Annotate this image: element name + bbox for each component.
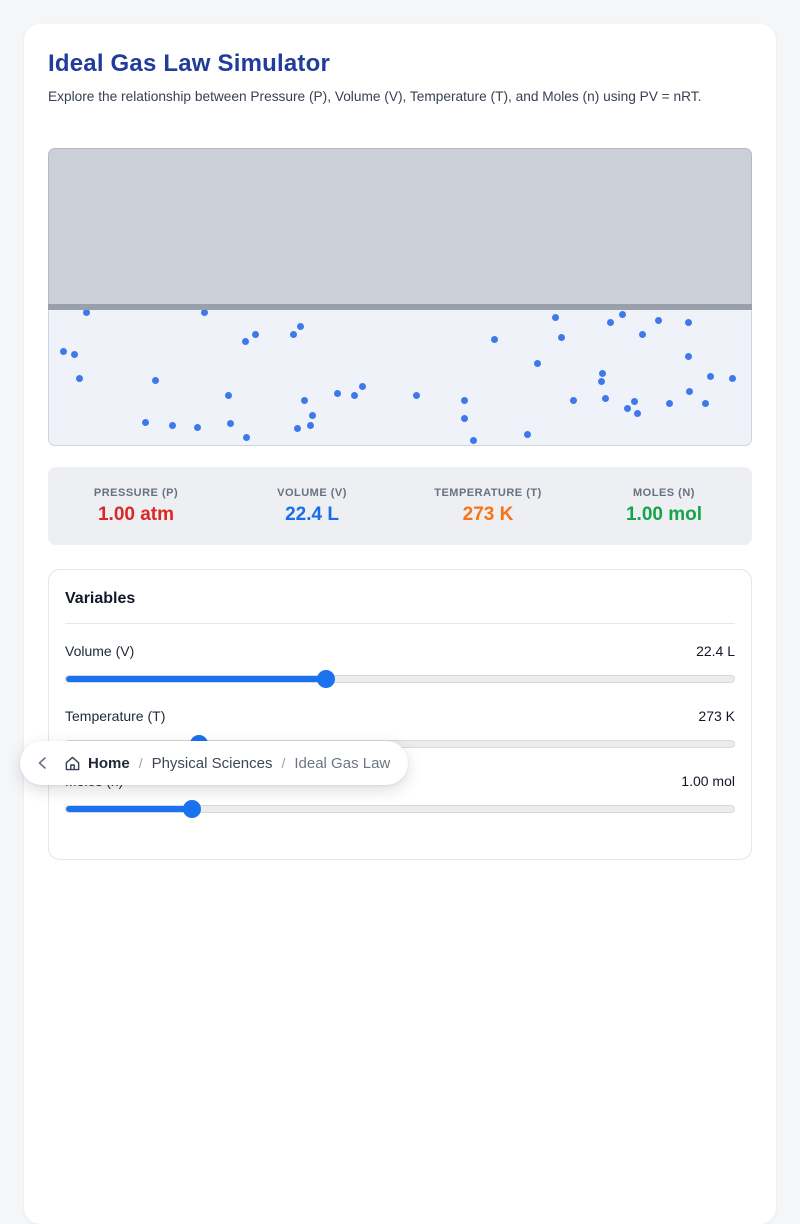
gas-particle: [491, 336, 498, 343]
gas-particle: [685, 353, 692, 360]
gas-particle: [359, 383, 366, 390]
gas-particle: [461, 415, 468, 422]
variables-card: Variables Volume (V) 22.4 L Temperature …: [48, 569, 752, 860]
gas-particle: [702, 400, 709, 407]
gas-particle: [558, 334, 565, 341]
gas-chamber: [48, 310, 752, 446]
moles-slider-track[interactable]: [65, 805, 735, 813]
gas-particle: [252, 331, 259, 338]
gas-particle: [631, 398, 638, 405]
volume-slider[interactable]: [65, 670, 735, 688]
breadcrumb-separator: /: [139, 755, 143, 771]
stat-pressure-value: 1.00 atm: [48, 504, 224, 526]
stat-pressure: PRESSURE (P) 1.00 atm: [48, 487, 224, 526]
breadcrumb-separator: /: [281, 755, 285, 771]
gas-particle: [243, 434, 250, 441]
volume-slider-label: Volume (V): [65, 643, 134, 659]
volume-row: Volume (V) 22.4 L: [65, 643, 735, 689]
gas-particle: [242, 338, 249, 345]
gas-particle: [201, 310, 208, 316]
moles-slider[interactable]: [65, 800, 735, 818]
gas-particle: [334, 390, 341, 397]
gas-particle: [351, 392, 358, 399]
temperature-slider-label: Temperature (T): [65, 708, 165, 724]
gas-particle: [71, 351, 78, 358]
gas-particle: [534, 360, 541, 367]
chevron-left-icon[interactable]: [36, 756, 50, 770]
volume-slider-track[interactable]: [65, 675, 735, 683]
stat-moles: MOLES (N) 1.00 mol: [576, 487, 752, 526]
gas-particle: [297, 323, 304, 330]
gas-particle: [413, 392, 420, 399]
gas-particle: [619, 311, 626, 318]
gas-particle: [76, 375, 83, 382]
gas-particle: [225, 392, 232, 399]
stat-moles-label: MOLES (N): [576, 487, 752, 499]
page-title: Ideal Gas Law Simulator: [48, 50, 752, 78]
gas-particle: [524, 431, 531, 438]
gas-particle: [152, 377, 159, 384]
gas-particle: [598, 378, 605, 385]
breadcrumb-ideal-gas-law[interactable]: Ideal Gas Law: [294, 755, 390, 772]
gas-particle: [552, 314, 559, 321]
main-card: Ideal Gas Law Simulator Explore the rela…: [24, 24, 776, 1224]
stat-moles-value: 1.00 mol: [576, 504, 752, 526]
gas-particle: [602, 395, 609, 402]
stat-pressure-label: PRESSURE (P): [48, 487, 224, 499]
gas-particle: [570, 397, 577, 404]
gas-particle: [470, 437, 477, 444]
gas-particle: [169, 422, 176, 429]
breadcrumb-physical-sciences[interactable]: Physical Sciences: [152, 755, 273, 772]
gas-particle: [634, 410, 641, 417]
gas-particle: [729, 375, 736, 382]
gas-particle: [624, 405, 631, 412]
gas-simulation-canvas: [48, 148, 752, 446]
stat-volume-value: 22.4 L: [224, 504, 400, 526]
stat-temperature-label: TEMPERATURE (T): [400, 487, 576, 499]
piston-block: [48, 148, 752, 304]
gas-particle: [60, 348, 67, 355]
gas-particle: [666, 400, 673, 407]
gas-particle: [83, 310, 90, 316]
gas-particle: [194, 424, 201, 431]
gas-particle: [142, 419, 149, 426]
gas-particle: [307, 422, 314, 429]
gas-particle: [227, 420, 234, 427]
gas-particle: [301, 397, 308, 404]
gas-particle: [685, 319, 692, 326]
home-icon: [64, 755, 81, 772]
volume-slider-thumb[interactable]: [317, 670, 335, 688]
gas-particle: [686, 388, 693, 395]
stat-temperature: TEMPERATURE (T) 273 K: [400, 487, 576, 526]
moles-slider-value: 1.00 mol: [681, 773, 735, 789]
gas-particle: [639, 331, 646, 338]
gas-particle: [655, 317, 662, 324]
breadcrumb-home[interactable]: Home: [88, 755, 130, 772]
gas-particle: [309, 412, 316, 419]
stat-volume: VOLUME (V) 22.4 L: [224, 487, 400, 526]
stats-bar: PRESSURE (P) 1.00 atm VOLUME (V) 22.4 L …: [48, 467, 752, 545]
gas-particle: [607, 319, 614, 326]
stat-temperature-value: 273 K: [400, 504, 576, 526]
gas-particle: [461, 397, 468, 404]
breadcrumb: Home / Physical Sciences / Ideal Gas Law: [20, 741, 408, 785]
temperature-slider-value: 273 K: [698, 708, 735, 724]
variables-title: Variables: [65, 590, 735, 624]
gas-particle: [599, 370, 606, 377]
gas-particle: [707, 373, 714, 380]
moles-slider-thumb[interactable]: [183, 800, 201, 818]
page-subtitle: Explore the relationship between Pressur…: [48, 89, 752, 104]
stat-volume-label: VOLUME (V): [224, 487, 400, 499]
gas-particle: [294, 425, 301, 432]
gas-particle: [290, 331, 297, 338]
volume-slider-value: 22.4 L: [696, 643, 735, 659]
